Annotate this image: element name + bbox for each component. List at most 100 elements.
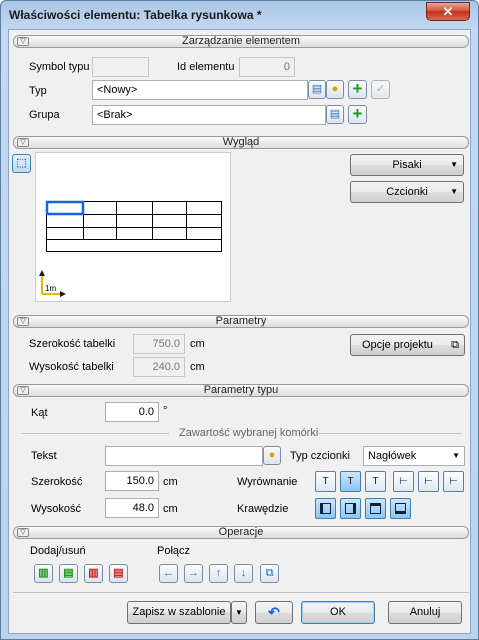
dropdown-arrow-icon: ▼ bbox=[450, 160, 458, 169]
merge-up-button[interactable]: ↑ bbox=[209, 564, 228, 583]
table-preview[interactable]: 1m bbox=[35, 152, 231, 302]
typ-czcionki-select[interactable]: Nagłówek ▼ bbox=[363, 446, 465, 466]
collapse-chevron-icon[interactable]: ▽ bbox=[17, 138, 29, 147]
add-column-button[interactable]: ▥ bbox=[34, 564, 53, 583]
typ-label: Typ bbox=[29, 85, 47, 97]
kat-unit: ° bbox=[163, 405, 168, 417]
zapisz-dropdown-button[interactable]: ▼ bbox=[231, 601, 247, 624]
merge-right-button[interactable]: → bbox=[184, 564, 203, 583]
align-middle-right-button[interactable]: ⊢ bbox=[443, 471, 464, 492]
lightbulb-icon: ● bbox=[331, 83, 339, 95]
add-grupa-button[interactable]: + bbox=[348, 105, 367, 124]
border-left-button[interactable] bbox=[315, 498, 336, 519]
delete-column-button[interactable]: ▥ bbox=[84, 564, 103, 583]
border-top-button[interactable] bbox=[365, 498, 386, 519]
zapisz-w-szablonie-button[interactable]: Zapisz w szablonie bbox=[127, 601, 231, 624]
split-cell-icon: ⧉ bbox=[265, 567, 274, 579]
pisaki-label: Pisaki bbox=[392, 159, 422, 171]
wysokosc-tabelki-field: 240.0 bbox=[133, 357, 185, 377]
typ-pick-button[interactable]: ▤ bbox=[308, 80, 326, 99]
section-title: Parametry bbox=[215, 315, 267, 327]
symbol-typu-field bbox=[92, 57, 149, 77]
ok-label: OK bbox=[330, 606, 346, 618]
szerokosc-tabelki-unit: cm bbox=[190, 338, 205, 350]
align-top-right-icon: T bbox=[372, 476, 379, 487]
open-dialog-icon: ⧉ bbox=[451, 339, 459, 351]
section-title: Operacje bbox=[218, 526, 264, 538]
align-middle-center-button[interactable]: ⊢ bbox=[418, 471, 439, 492]
typ-bulb-button[interactable]: ● bbox=[326, 80, 344, 99]
section-header-wyglad[interactable]: ▽ Wygląd bbox=[13, 136, 469, 149]
scale-arrow-right-icon bbox=[60, 291, 66, 297]
border-bottom-icon bbox=[395, 503, 406, 514]
border-left-icon bbox=[320, 503, 331, 514]
symbol-typu-label: Symbol typu bbox=[29, 61, 90, 73]
section-header-parametry-typu[interactable]: ▽ Parametry typu bbox=[13, 384, 469, 397]
align-top-right-button[interactable]: T bbox=[365, 471, 386, 492]
collapse-chevron-icon[interactable]: ▽ bbox=[17, 37, 29, 46]
czcionki-button[interactable]: Czcionki ▼ bbox=[350, 181, 464, 203]
szerokosc-unit: cm bbox=[163, 476, 178, 488]
properties-window: Właściwości elementu: Tabelka rysunkowa … bbox=[0, 0, 479, 640]
arrow-up-icon: ↑ bbox=[215, 567, 222, 579]
add-typ-button[interactable]: + bbox=[348, 80, 367, 99]
align-top-center-button[interactable]: T bbox=[340, 471, 361, 492]
szerokosc-tabelki-label: Szerokość tabelki bbox=[29, 338, 116, 350]
align-middle-right-icon: ⊢ bbox=[449, 476, 458, 487]
close-button[interactable]: ✕ bbox=[426, 2, 470, 21]
delete-row-button[interactable]: ▤ bbox=[109, 564, 128, 583]
krawedzie-label: Krawędzie bbox=[237, 503, 289, 515]
section-header-parametry[interactable]: ▽ Parametry bbox=[13, 315, 469, 328]
tekst-label: Tekst bbox=[31, 450, 57, 462]
anuluj-button[interactable]: Anuluj bbox=[388, 601, 462, 624]
plus-icon: + bbox=[352, 104, 363, 123]
typ-czcionki-label: Typ czcionki bbox=[290, 450, 350, 462]
border-right-button[interactable] bbox=[340, 498, 361, 519]
dropdown-arrow-icon: ▼ bbox=[450, 187, 458, 196]
merge-down-button[interactable]: ↓ bbox=[234, 564, 253, 583]
dialog-body: ▽ Zarządzanie elementem Symbol typu Id el… bbox=[8, 29, 471, 634]
collapse-chevron-icon[interactable]: ▽ bbox=[17, 317, 29, 326]
merge-left-button[interactable]: ← bbox=[159, 564, 178, 583]
tekst-field[interactable] bbox=[105, 446, 263, 466]
zapisz-label: Zapisz w szablonie bbox=[132, 606, 226, 618]
window-title: Właściwości elementu: Tabelka rysunkowa … bbox=[9, 8, 262, 22]
preview-table-outline bbox=[46, 201, 222, 252]
arrow-right-icon: → bbox=[188, 567, 199, 579]
kat-field[interactable]: 0.0 bbox=[105, 402, 159, 422]
id-elementu-field: 0 bbox=[239, 57, 295, 77]
border-top-icon bbox=[370, 503, 381, 514]
tekst-bulb-button[interactable]: ● bbox=[263, 446, 281, 465]
typ-field[interactable]: <Nowy> bbox=[92, 80, 308, 100]
ok-button[interactable]: OK bbox=[301, 601, 375, 624]
dropdown-arrow-icon: ▼ bbox=[235, 608, 243, 617]
selected-cell-highlight[interactable] bbox=[45, 200, 85, 216]
align-middle-left-button[interactable]: ⊢ bbox=[393, 471, 414, 492]
add-row-icon: ▤ bbox=[63, 567, 74, 579]
wysokosc-unit: cm bbox=[163, 503, 178, 515]
section-title: Zarządzanie elementem bbox=[181, 35, 300, 47]
select-view-button[interactable]: ⬚ bbox=[12, 154, 31, 173]
wysokosc-field[interactable]: 48.0 bbox=[105, 498, 159, 518]
wysokosc-tabelki-unit: cm bbox=[190, 361, 205, 373]
add-row-button[interactable]: ▤ bbox=[59, 564, 78, 583]
collapse-chevron-icon[interactable]: ▽ bbox=[17, 528, 29, 537]
arrow-down-icon: ↓ bbox=[240, 567, 247, 579]
split-cell-button[interactable]: ⧉ bbox=[260, 564, 279, 583]
szerokosc-tabelki-field: 750.0 bbox=[133, 334, 185, 354]
grupa-pick-button[interactable]: ▤ bbox=[326, 105, 344, 124]
collapse-chevron-icon[interactable]: ▽ bbox=[17, 386, 29, 395]
szerokosc-field[interactable]: 150.0 bbox=[105, 471, 159, 491]
title-bar[interactable]: Właściwości elementu: Tabelka rysunkowa … bbox=[1, 1, 478, 29]
grupa-field[interactable]: <Brak> bbox=[92, 105, 326, 125]
plus-icon: + bbox=[352, 79, 363, 98]
undo-button[interactable]: ↶ bbox=[255, 601, 293, 624]
align-top-left-button[interactable]: T bbox=[315, 471, 336, 492]
section-header-operacje[interactable]: ▽ Operacje bbox=[13, 526, 469, 539]
section-header-zarzadzanie[interactable]: ▽ Zarządzanie elementem bbox=[13, 35, 469, 48]
border-bottom-button[interactable] bbox=[390, 498, 411, 519]
opcje-projektu-button[interactable]: Opcje projektu ⧉ bbox=[350, 334, 465, 356]
divider bbox=[319, 433, 461, 434]
confirm-typ-button[interactable]: ✓ bbox=[371, 80, 390, 99]
pisaki-button[interactable]: Pisaki ▼ bbox=[350, 154, 464, 176]
